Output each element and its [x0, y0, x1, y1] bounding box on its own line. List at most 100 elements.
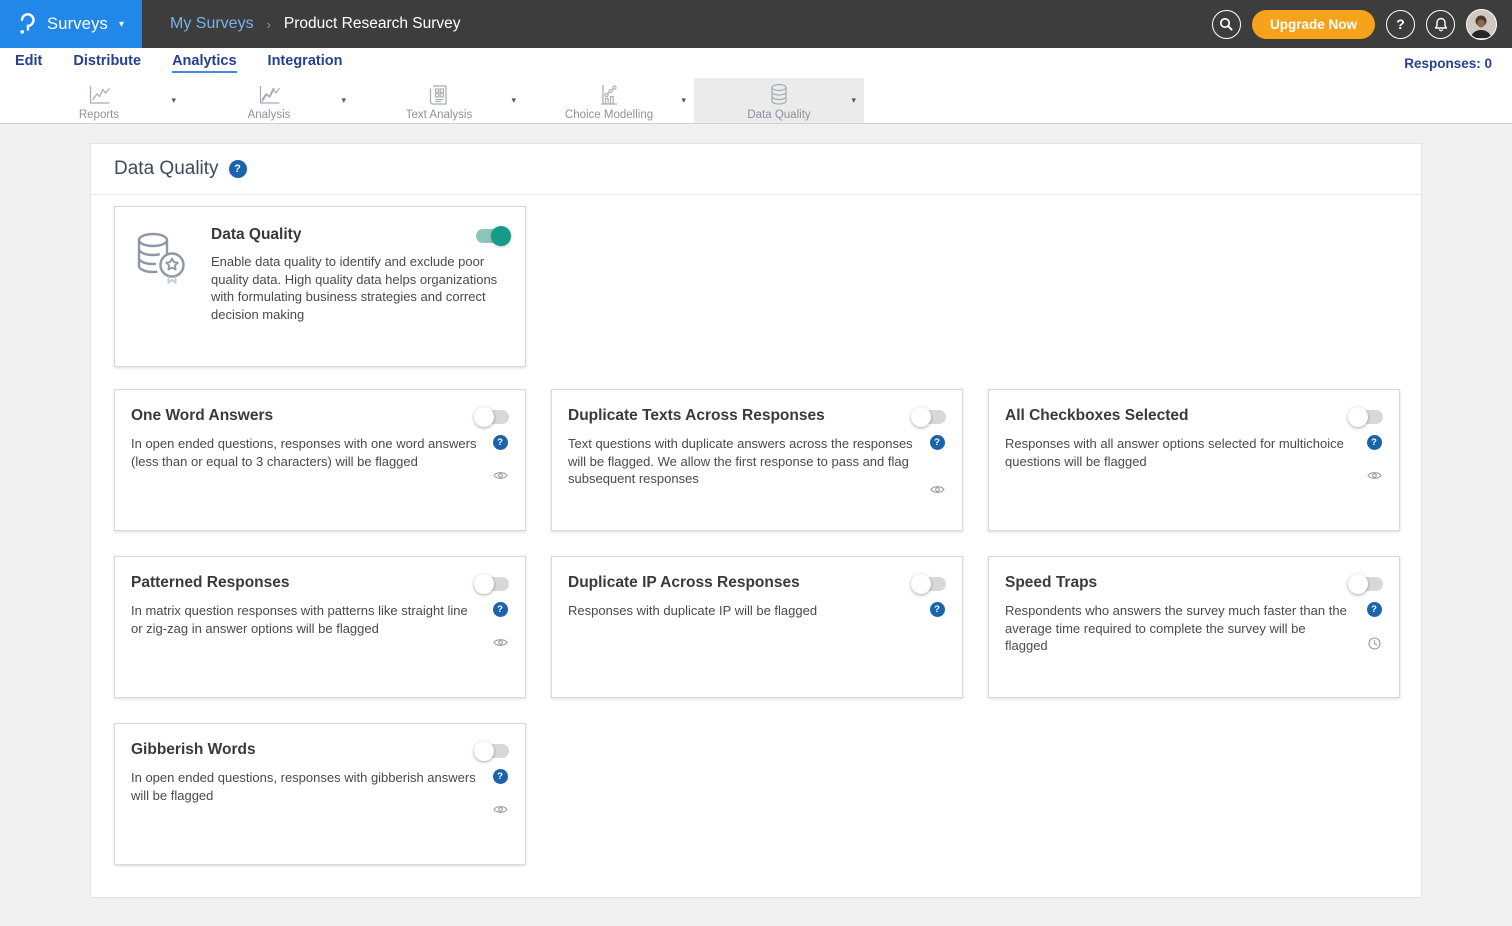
speed-traps-toggle[interactable]: [1350, 577, 1383, 591]
data-quality-toggle[interactable]: [476, 229, 509, 243]
product-name: Surveys: [47, 15, 108, 34]
help-icon[interactable]: ?: [493, 602, 508, 617]
breadcrumb-current-survey: Product Research Survey: [284, 15, 461, 33]
database-badge-icon: [131, 226, 189, 347]
breadcrumb-my-surveys[interactable]: My Surveys: [170, 15, 254, 33]
tab-choice-modelling[interactable]: Choice Modelling ▾: [524, 78, 694, 123]
eye-icon[interactable]: [930, 484, 945, 495]
question-mark-glyph: ?: [1371, 604, 1377, 615]
tab-distribute[interactable]: Distribute: [73, 53, 141, 73]
tab-label: Data Quality: [747, 109, 810, 121]
card-patterned-responses: Patterned Responses In matrix question r…: [114, 556, 526, 698]
card-duplicate-texts: Duplicate Texts Across Responses Text qu…: [551, 389, 963, 531]
chevron-down-icon[interactable]: ▾: [171, 95, 176, 106]
feature-card-description: Enable data quality to identify and excl…: [211, 253, 509, 323]
card-description: Responses with duplicate IP will be flag…: [568, 602, 928, 620]
avatar-photo: [1467, 10, 1495, 38]
question-mark-icon: ?: [1396, 16, 1405, 32]
gibberish-words-toggle[interactable]: [476, 744, 509, 758]
eye-icon[interactable]: [493, 637, 508, 648]
card-description: Responses with all answer options select…: [1005, 435, 1365, 481]
upgrade-now-button[interactable]: Upgrade Now: [1252, 10, 1375, 39]
feature-card-title: Data Quality: [211, 226, 301, 244]
help-icon[interactable]: ?: [493, 435, 508, 450]
duplicate-texts-toggle[interactable]: [913, 410, 946, 424]
eye-icon[interactable]: [1367, 470, 1382, 481]
card-description: In open ended questions, responses with …: [131, 435, 491, 481]
card-title: Speed Traps: [1005, 574, 1097, 592]
responses-count: Responses: 0: [1404, 56, 1492, 71]
help-icon[interactable]: ?: [930, 435, 945, 450]
toggle-knob: [474, 407, 494, 427]
feature-card-content: Data Quality Enable data quality to iden…: [211, 226, 509, 347]
tab-reports[interactable]: Reports ▾: [14, 78, 184, 123]
card-title: Gibberish Words: [131, 741, 256, 759]
help-icon[interactable]: ?: [930, 602, 945, 617]
top-bar: Surveys ▾ My Surveys › Product Research …: [0, 0, 1512, 48]
data-quality-panel: Data Quality ? Data Quality: [90, 143, 1422, 898]
question-mark-glyph: ?: [1371, 437, 1377, 448]
page-title: Data Quality: [114, 158, 219, 180]
clock-icon[interactable]: [1368, 637, 1381, 650]
analytics-toolbar: Reports ▾ Analysis ▾ Text Analysis ▾ Cho…: [0, 78, 1512, 124]
tab-integration[interactable]: Integration: [268, 53, 343, 73]
tab-text-analysis[interactable]: Text Analysis ▾: [354, 78, 524, 123]
help-icon[interactable]: ?: [1367, 602, 1382, 617]
card-title: Duplicate Texts Across Responses: [568, 407, 825, 425]
card-title: Duplicate IP Across Responses: [568, 574, 800, 592]
chevron-down-icon: ▾: [119, 19, 124, 30]
eye-icon[interactable]: [493, 804, 508, 815]
survey-nav: Edit Distribute Analytics Integration Re…: [0, 48, 1512, 78]
chevron-down-icon[interactable]: ▾: [681, 95, 686, 106]
toggle-knob: [1348, 574, 1368, 594]
patterned-responses-toggle[interactable]: [476, 577, 509, 591]
help-icon[interactable]: ?: [1367, 435, 1382, 450]
rule-cards-grid: One Word Answers In open ended questions…: [114, 389, 1398, 865]
help-icon[interactable]: ?: [493, 769, 508, 784]
panel-header: Data Quality ?: [91, 144, 1421, 195]
eye-icon[interactable]: [493, 470, 508, 481]
card-one-word-answers: One Word Answers In open ended questions…: [114, 389, 526, 531]
card-title: All Checkboxes Selected: [1005, 407, 1189, 425]
toggle-knob: [474, 574, 494, 594]
toggle-knob: [911, 574, 931, 594]
duplicate-ip-toggle[interactable]: [913, 577, 946, 591]
line-chart-icon: [87, 84, 111, 106]
notifications-button[interactable]: [1426, 10, 1455, 39]
question-mark-glyph: ?: [497, 437, 503, 448]
product-switcher[interactable]: Surveys ▾: [0, 0, 142, 48]
toggle-knob: [1348, 407, 1368, 427]
chevron-down-icon[interactable]: ▾: [511, 95, 516, 106]
question-mark-glyph: ?: [497, 604, 503, 615]
topbar-actions: Upgrade Now ?: [1212, 0, 1512, 48]
card-speed-traps: Speed Traps Respondents who answers the …: [988, 556, 1400, 698]
search-button[interactable]: [1212, 10, 1241, 39]
help-icon[interactable]: ?: [229, 160, 247, 178]
card-description: In matrix question responses with patter…: [131, 602, 491, 648]
tab-edit[interactable]: Edit: [15, 53, 42, 73]
panel-body: Data Quality Enable data quality to iden…: [91, 195, 1421, 865]
multi-line-chart-icon: [257, 84, 281, 106]
chevron-down-icon[interactable]: ▾: [341, 95, 346, 106]
help-button[interactable]: ?: [1386, 10, 1415, 39]
tab-label: Text Analysis: [406, 109, 472, 121]
user-avatar[interactable]: [1466, 9, 1497, 40]
data-quality-feature-card: Data Quality Enable data quality to iden…: [114, 206, 526, 367]
tab-label: Analysis: [248, 109, 291, 121]
question-mark-glyph: ?: [497, 771, 503, 782]
tab-label: Reports: [79, 109, 119, 121]
card-description: In open ended questions, responses with …: [131, 769, 491, 815]
bell-icon: [1434, 17, 1448, 32]
toggle-knob: [911, 407, 931, 427]
tab-analytics[interactable]: Analytics: [172, 53, 236, 73]
card-description: Text questions with duplicate answers ac…: [568, 435, 928, 495]
all-checkboxes-toggle[interactable]: [1350, 410, 1383, 424]
tab-data-quality[interactable]: Data Quality ▾: [694, 78, 864, 123]
tab-analysis[interactable]: Analysis ▾: [184, 78, 354, 123]
search-icon: [1219, 17, 1233, 31]
card-all-checkboxes-selected: All Checkboxes Selected Responses with a…: [988, 389, 1400, 531]
card-title: One Word Answers: [131, 407, 273, 425]
card-title: Patterned Responses: [131, 574, 290, 592]
one-word-answers-toggle[interactable]: [476, 410, 509, 424]
chevron-down-icon[interactable]: ▾: [851, 95, 856, 106]
